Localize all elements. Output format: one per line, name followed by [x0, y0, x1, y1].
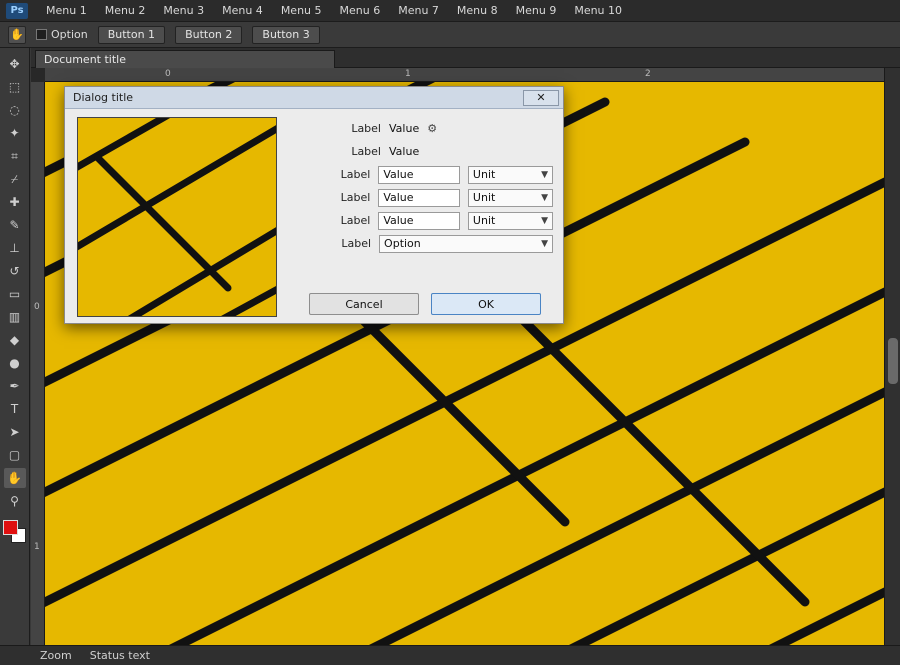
unit-select-value: Unit	[472, 214, 496, 227]
chevron-down-icon: ▼	[541, 215, 548, 226]
field-label: Label	[341, 237, 372, 250]
field-label: Label	[340, 191, 371, 204]
hand-tool-icon[interactable]: ✋	[3, 468, 26, 488]
menu-bar: Ps Menu 1 Menu 2 Menu 3 Menu 4 Menu 5 Me…	[0, 0, 900, 22]
menu-item-8[interactable]: Menu 8	[449, 2, 506, 19]
chevron-down-icon: ▼	[541, 192, 548, 203]
gear-icon[interactable]: ⚙	[427, 122, 437, 135]
shape-icon[interactable]: ▢	[4, 445, 26, 465]
close-button[interactable]: ✕	[523, 89, 559, 106]
healing-brush-icon[interactable]: ✚	[4, 192, 26, 212]
menu-item-7[interactable]: Menu 7	[390, 2, 447, 19]
field-row-4: Label Value Unit ▼	[297, 186, 553, 209]
settings-dialog: Dialog title ✕ Label Value ⚙ Label Value…	[64, 86, 564, 324]
ruler-left-label: 0	[34, 302, 40, 312]
zoom-level[interactable]: Zoom	[40, 649, 72, 662]
field-row-1: Label Value ⚙	[297, 117, 553, 140]
zoom-icon[interactable]: ⚲	[4, 491, 26, 511]
field-label: Label	[340, 168, 371, 181]
scrollbar-thumb[interactable]	[888, 338, 898, 384]
unit-select[interactable]: Unit ▼	[467, 165, 553, 184]
unit-select[interactable]: Unit ▼	[467, 188, 553, 207]
field-input[interactable]: Value	[378, 188, 460, 207]
color-swatches[interactable]	[2, 520, 27, 544]
unit-select-value: Unit	[472, 191, 496, 204]
cancel-button[interactable]: Cancel	[309, 293, 419, 315]
menu-item-1[interactable]: Menu 1	[38, 2, 95, 19]
field-input[interactable]: Value	[378, 165, 460, 184]
image-preview[interactable]	[77, 117, 277, 317]
marquee-icon[interactable]: ⬚	[4, 77, 26, 97]
field-label: Label	[351, 145, 381, 158]
brush-icon[interactable]: ✎	[4, 215, 26, 235]
menu-item-3[interactable]: Menu 3	[155, 2, 212, 19]
dialog-title: Dialog title	[73, 91, 134, 104]
unit-select-value: Unit	[472, 168, 496, 181]
checkbox-label: Option	[51, 28, 88, 41]
app-logo: Ps	[6, 2, 28, 19]
hand-icon[interactable]: ✋	[8, 25, 26, 44]
document-tab-bar: Document title	[31, 48, 900, 68]
document-tab[interactable]: Document title	[35, 50, 335, 68]
chevron-down-icon: ▼	[541, 238, 548, 249]
move-icon[interactable]: ✥	[4, 54, 26, 74]
field-input[interactable]: Value	[378, 211, 460, 230]
options-button-1[interactable]: Button 1	[97, 25, 166, 44]
field-row-3: Label Value Unit ▼	[297, 163, 553, 186]
field-label: Label	[351, 122, 381, 135]
pen-icon[interactable]: ✒	[4, 376, 26, 396]
dialog-fields: Label Value ⚙ Label Value Label Value Un…	[297, 117, 553, 255]
options-button-3[interactable]: Button 3	[252, 25, 320, 44]
status-bar: Zoom Status text	[0, 645, 900, 665]
field-row-2: Label Value	[297, 140, 553, 163]
ruler-top-label: 0	[165, 69, 171, 79]
menu-item-2[interactable]: Menu 2	[97, 2, 154, 19]
ruler-left: 0 1	[31, 82, 45, 645]
option-select-value: Option	[384, 237, 421, 250]
crop-icon[interactable]: ⌗	[4, 146, 26, 166]
menu-item-5[interactable]: Menu 5	[273, 2, 330, 19]
option-select[interactable]: Option ▼	[379, 234, 553, 253]
lasso-icon[interactable]: ◌	[4, 100, 26, 120]
eyedropper-icon[interactable]: ⌿	[4, 169, 26, 189]
menu-item-6[interactable]: Menu 6	[332, 2, 389, 19]
ruler-top-label: 2	[645, 69, 651, 79]
field-row-5: Label Value Unit ▼	[297, 209, 553, 232]
field-value: Value	[389, 145, 420, 158]
ruler-left-label: 1	[34, 542, 40, 552]
stamp-icon[interactable]: ⊥	[4, 238, 26, 258]
unit-select[interactable]: Unit ▼	[467, 211, 553, 230]
menu-item-10[interactable]: Menu 10	[566, 2, 630, 19]
dodge-icon[interactable]: ●	[4, 353, 26, 373]
tools-panel: ✥ ⬚ ◌ ✦ ⌗ ⌿ ✚ ✎ ⊥ ↺ ▭ ▥ ◆ ● ✒ T ➤ ▢ ✋ ⚲	[0, 48, 30, 645]
menu-item-4[interactable]: Menu 4	[214, 2, 271, 19]
vertical-scrollbar[interactable]	[884, 68, 900, 645]
field-label: Label	[340, 214, 371, 227]
dialog-buttons: Cancel OK	[309, 293, 541, 315]
history-brush-icon[interactable]: ↺	[4, 261, 26, 281]
field-value: Value	[389, 122, 420, 135]
gradient-icon[interactable]: ▥	[4, 307, 26, 327]
options-bar: ✋ Option Button 1 Button 2 Button 3	[0, 22, 900, 48]
option-checkbox[interactable]: Option	[36, 28, 88, 41]
ruler-top: 0 1 2	[45, 68, 884, 82]
options-button-2[interactable]: Button 2	[175, 25, 243, 44]
preview-artwork	[78, 118, 276, 316]
type-icon[interactable]: T	[4, 399, 26, 419]
menu-item-9[interactable]: Menu 9	[508, 2, 565, 19]
foreground-color-swatch[interactable]	[2, 520, 18, 535]
ok-button[interactable]: OK	[431, 293, 541, 315]
path-select-icon[interactable]: ➤	[4, 422, 26, 442]
blur-icon[interactable]: ◆	[4, 330, 26, 350]
checkbox-box[interactable]	[36, 29, 47, 40]
document-info: Status text	[89, 649, 150, 662]
field-row-6: Label Option ▼	[297, 232, 553, 255]
eraser-icon[interactable]: ▭	[4, 284, 26, 304]
magic-wand-icon[interactable]: ✦	[4, 123, 26, 143]
chevron-down-icon: ▼	[541, 169, 548, 180]
dialog-titlebar[interactable]: Dialog title ✕	[65, 87, 563, 109]
ruler-top-label: 1	[405, 69, 411, 79]
